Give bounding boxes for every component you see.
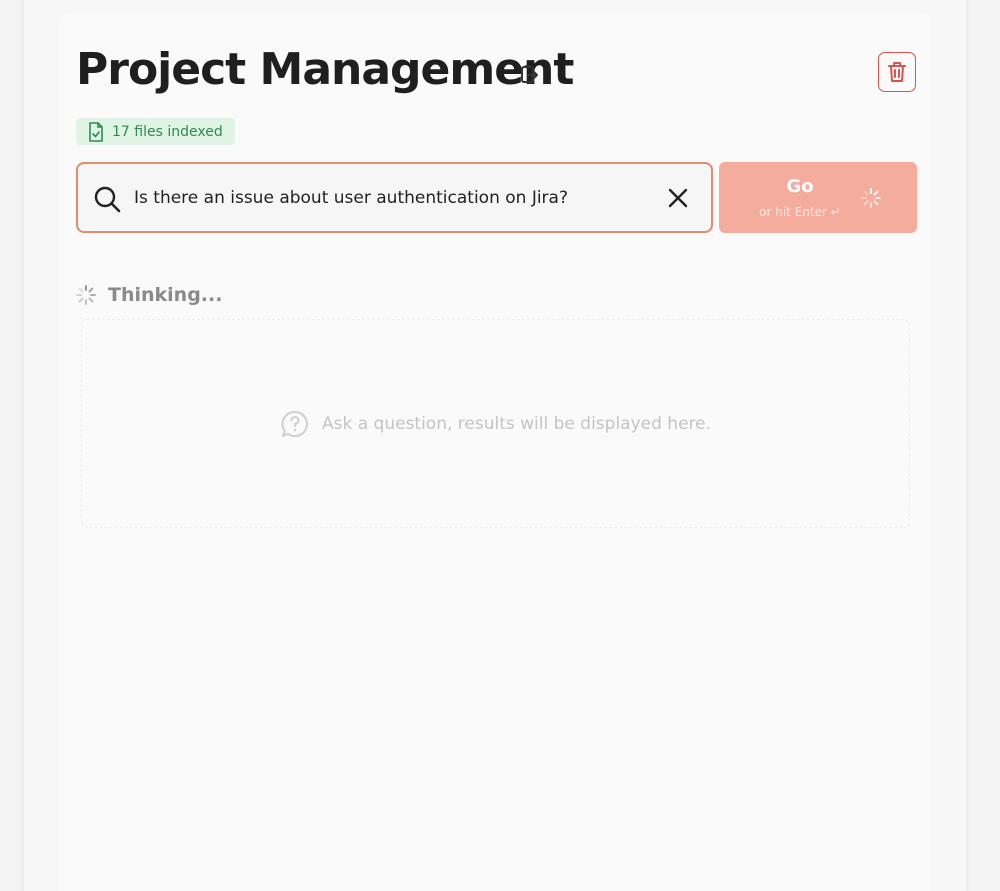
go-button-hint: or hit Enter ↵: [759, 205, 841, 219]
go-button[interactable]: Go or hit Enter ↵: [719, 162, 917, 233]
results-placeholder: Ask a question, results will be displaye…: [321, 413, 712, 434]
spinner-icon: [861, 188, 881, 208]
chat-question-icon: [281, 410, 308, 437]
search-box: [76, 162, 713, 233]
spinner-icon: [76, 285, 96, 305]
search-input[interactable]: [134, 176, 644, 220]
files-indexed-badge: 17 files indexed: [76, 118, 235, 145]
page-title: Project Management: [76, 44, 574, 95]
file-check-icon: [89, 121, 103, 142]
results-area: Ask a question, results will be displaye…: [81, 319, 910, 528]
trash-icon: [888, 62, 906, 82]
page: Project Management 17 files indexed Is t…: [0, 0, 1000, 891]
files-indexed-label: 17 files indexed: [112, 123, 223, 140]
thinking-label: Thinking...: [108, 284, 223, 306]
copy-icon[interactable]: [517, 63, 541, 87]
delete-project-button[interactable]: [878, 52, 916, 92]
close-icon[interactable]: [666, 186, 690, 210]
thinking-status: Thinking...: [76, 284, 222, 306]
search-icon: [94, 186, 121, 213]
go-button-label: Go: [786, 176, 814, 197]
